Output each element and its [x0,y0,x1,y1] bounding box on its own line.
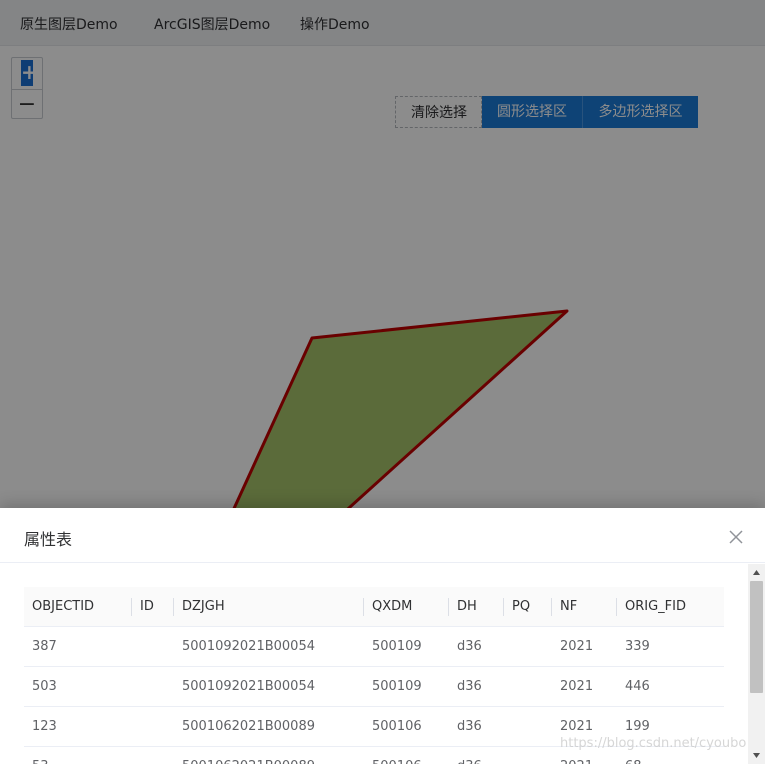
nav-item-arcgis-layer-demo[interactable]: ArcGIS图层Demo [154,14,270,34]
attribute-table-drawer: 属性表 OBJECTID ID DZJGH QXDM DH PQ NF ORIG… [0,508,765,764]
table-cell: d36 [449,706,504,747]
table-header-row: OBJECTID ID DZJGH QXDM DH PQ NF ORIG_FID [24,587,724,627]
table-cell: 2021 [552,626,617,667]
zoom-control: + − [11,57,43,119]
selected-polygon[interactable] [226,309,569,508]
table-cell: d36 [449,666,504,707]
table-cell [132,626,174,667]
table-cell: 387 [24,626,132,667]
table-cell [504,626,552,667]
table-cell: 446 [617,666,724,707]
nav-item-operation-demo[interactable]: 操作Demo [300,14,370,34]
column-header-dh[interactable]: DH [449,587,504,627]
scroll-up-arrow-icon[interactable] [748,564,765,581]
drawer-header: 属性表 [0,508,765,563]
table-cell: d36 [449,626,504,667]
table-cell [504,706,552,747]
table-cell: 5001062021B00089 [174,706,364,747]
minus-icon: − [17,92,37,117]
table-cell: 500106 [364,706,449,747]
selection-toolbar: 清除选择 圆形选择区 多边形选择区 [395,96,698,128]
table-cell: 500106 [364,746,449,764]
scrollbar-thumb[interactable] [750,581,763,693]
column-header-objectid[interactable]: OBJECTID [24,587,132,627]
table-cell: 2021 [552,666,617,707]
table-cell: 339 [617,626,724,667]
column-header-qxdm[interactable]: QXDM [364,587,449,627]
column-header-orig-fid[interactable]: ORIG_FID [617,587,724,627]
table-cell [132,706,174,747]
column-header-dzjgh[interactable]: DZJGH [174,587,364,627]
column-header-nf[interactable]: NF [552,587,617,627]
plus-icon: + [21,60,38,86]
table-cell: d36 [449,746,504,764]
drawer-title: 属性表 [24,530,73,549]
zoom-out-button[interactable]: − [12,89,42,120]
table-cell: 5001092021B00054 [174,626,364,667]
table-cell [504,746,552,764]
table-cell [504,666,552,707]
map-view[interactable]: + − 清除选择 圆形选择区 多边形选择区 [0,46,748,508]
column-header-pq[interactable]: PQ [504,587,552,627]
table-cell: 53 [24,746,132,764]
table-cell: 503 [24,666,132,707]
clear-selection-button[interactable]: 清除选择 [395,96,482,128]
table-scrollbar[interactable] [748,564,765,764]
table-cell [132,666,174,707]
table-cell [132,746,174,764]
circle-select-button[interactable]: 圆形选择区 [482,96,583,128]
nav-item-native-layer-demo[interactable]: 原生图层Demo [20,14,118,34]
scroll-down-arrow-icon[interactable] [748,747,765,764]
table-cell: 5001092021B00054 [174,666,364,707]
close-icon[interactable] [728,529,744,545]
top-nav: 原生图层Demo ArcGIS图层Demo 操作Demo [0,0,765,46]
table-cell: 5001062021B00089 [174,746,364,764]
table-cell: 500109 [364,626,449,667]
polygon-select-button[interactable]: 多边形选择区 [583,96,698,128]
table-row[interactable]: 503 5001092021B00054 500109 d36 2021 446 [24,666,724,707]
watermark: https://blog.csdn.net/cyoubo [560,736,747,751]
table-cell: 123 [24,706,132,747]
table-row[interactable]: 387 5001092021B00054 500109 d36 2021 339 [24,626,724,667]
table-cell: 500109 [364,666,449,707]
column-header-id[interactable]: ID [132,587,174,627]
zoom-in-button[interactable]: + [12,58,42,88]
